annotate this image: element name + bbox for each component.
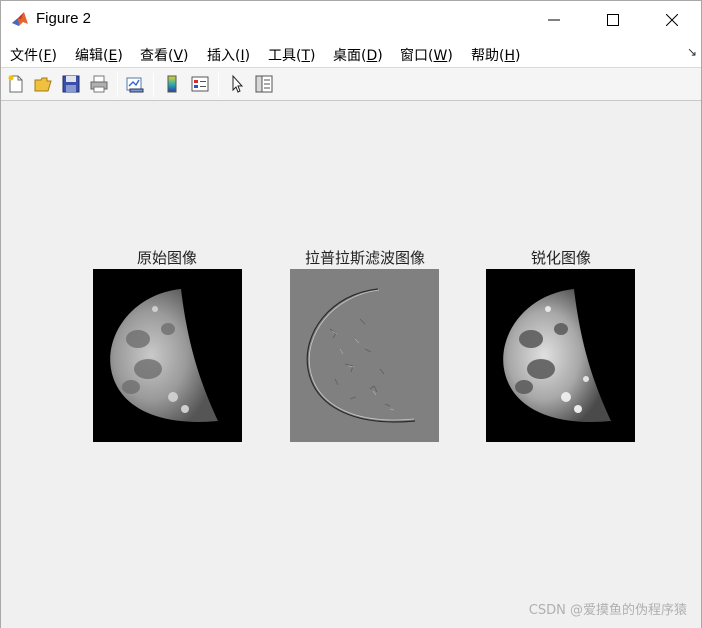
menu-file[interactable]: 文件(F) xyxy=(10,45,57,65)
dock-arrow-icon[interactable]: ↘ xyxy=(687,45,697,59)
minimize-button[interactable] xyxy=(531,1,577,39)
maximize-icon xyxy=(607,14,619,26)
figure-toolbar xyxy=(1,68,701,101)
figure-window: Figure 2 文件(F) 编辑(E) 查看(V) 插入(I) 工具(T) 桌… xyxy=(0,0,702,628)
edit-plot-arrow-icon xyxy=(232,74,244,93)
close-icon xyxy=(666,14,678,26)
insert-colorbar-button[interactable] xyxy=(161,73,183,95)
print-button[interactable] xyxy=(88,73,110,95)
new-figure-icon xyxy=(8,75,23,93)
minimize-icon xyxy=(548,19,560,21)
menu-edit[interactable]: 编辑(E) xyxy=(75,45,123,65)
menu-tools[interactable]: 工具(T) xyxy=(268,45,316,65)
sharpened-moon-image xyxy=(486,269,635,442)
new-figure-button[interactable] xyxy=(5,73,27,95)
original-moon-image xyxy=(93,269,242,442)
insert-legend-button[interactable] xyxy=(189,73,211,95)
link-plot-icon xyxy=(126,77,144,93)
subplot-title-laplacian: 拉普拉斯滤波图像 xyxy=(304,249,425,267)
maximize-button[interactable] xyxy=(590,1,636,39)
open-file-icon xyxy=(34,77,52,92)
laplacian-filtered-image xyxy=(290,269,439,442)
title-bar: Figure 2 xyxy=(1,1,701,39)
menu-window[interactable]: 窗口(W) xyxy=(400,45,453,65)
edit-plot-button[interactable] xyxy=(226,73,248,95)
open-file-button[interactable] xyxy=(32,73,54,95)
link-plot-button[interactable] xyxy=(124,73,146,95)
close-button[interactable] xyxy=(649,1,695,39)
property-inspector-button[interactable] xyxy=(253,73,275,95)
print-icon xyxy=(90,75,108,93)
insert-colorbar-icon xyxy=(167,75,177,93)
menu-bar: 文件(F) 编辑(E) 查看(V) 插入(I) 工具(T) 桌面(D) 窗口(W… xyxy=(1,39,701,68)
subplot-title-original: 原始图像 xyxy=(136,249,197,267)
toolbar-separator xyxy=(117,73,118,97)
menu-insert[interactable]: 插入(I) xyxy=(207,45,250,65)
save-button[interactable] xyxy=(60,73,82,95)
subplot-title-sharpened: 锐化图像 xyxy=(530,249,591,267)
menu-help[interactable]: 帮助(H) xyxy=(471,45,520,65)
menu-desktop[interactable]: 桌面(D) xyxy=(333,45,383,65)
watermark-text: CSDN @爱摸鱼的伪程序猿 xyxy=(528,603,687,618)
save-icon xyxy=(62,75,80,93)
matlab-logo-icon xyxy=(10,9,30,29)
figure-canvas[interactable]: 原始图像 拉普拉斯滤波图像 锐化图像 CSDN @爱摸鱼的伪程序猿 xyxy=(1,102,701,628)
toolbar-separator xyxy=(153,73,154,97)
property-inspector-icon xyxy=(255,75,273,93)
toolbar-separator xyxy=(218,73,219,97)
menu-view[interactable]: 查看(V) xyxy=(140,45,189,65)
insert-legend-icon xyxy=(191,76,209,92)
window-title: Figure 2 xyxy=(36,10,92,27)
